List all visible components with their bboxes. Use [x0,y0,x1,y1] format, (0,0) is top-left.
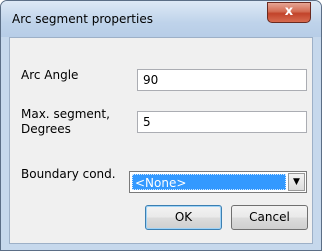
close-icon: x [284,4,294,19]
dialog-title: Arc segment properties [12,12,153,26]
max-segment-label-line2: Degrees [21,122,71,136]
chevron-down-icon[interactable]: ▼ [288,173,305,191]
close-button[interactable]: x [267,2,311,23]
max-segment-label-line1: Max. segment, [21,107,110,121]
max-segment-value: 5 [143,115,151,129]
boundary-cond-label: Boundary cond. [21,167,116,181]
arc-angle-value: 90 [143,73,159,87]
max-segment-input[interactable]: 5 [137,111,307,133]
arc-angle-label: Arc Angle [21,68,79,82]
title-bar[interactable]: Arc segment properties x [1,1,321,37]
ok-button[interactable]: OK [145,205,222,230]
dialog-window: Arc segment properties x Arc Angle 90 Ma… [0,0,322,251]
arc-angle-input[interactable]: 90 [137,69,307,91]
dialog-body: Arc Angle 90 Max. segment, Degrees 5 Bou… [9,37,313,244]
boundary-cond-select[interactable]: <None> ▼ [129,171,307,193]
cancel-button[interactable]: Cancel [231,205,308,230]
boundary-cond-selected: <None> [132,174,286,190]
